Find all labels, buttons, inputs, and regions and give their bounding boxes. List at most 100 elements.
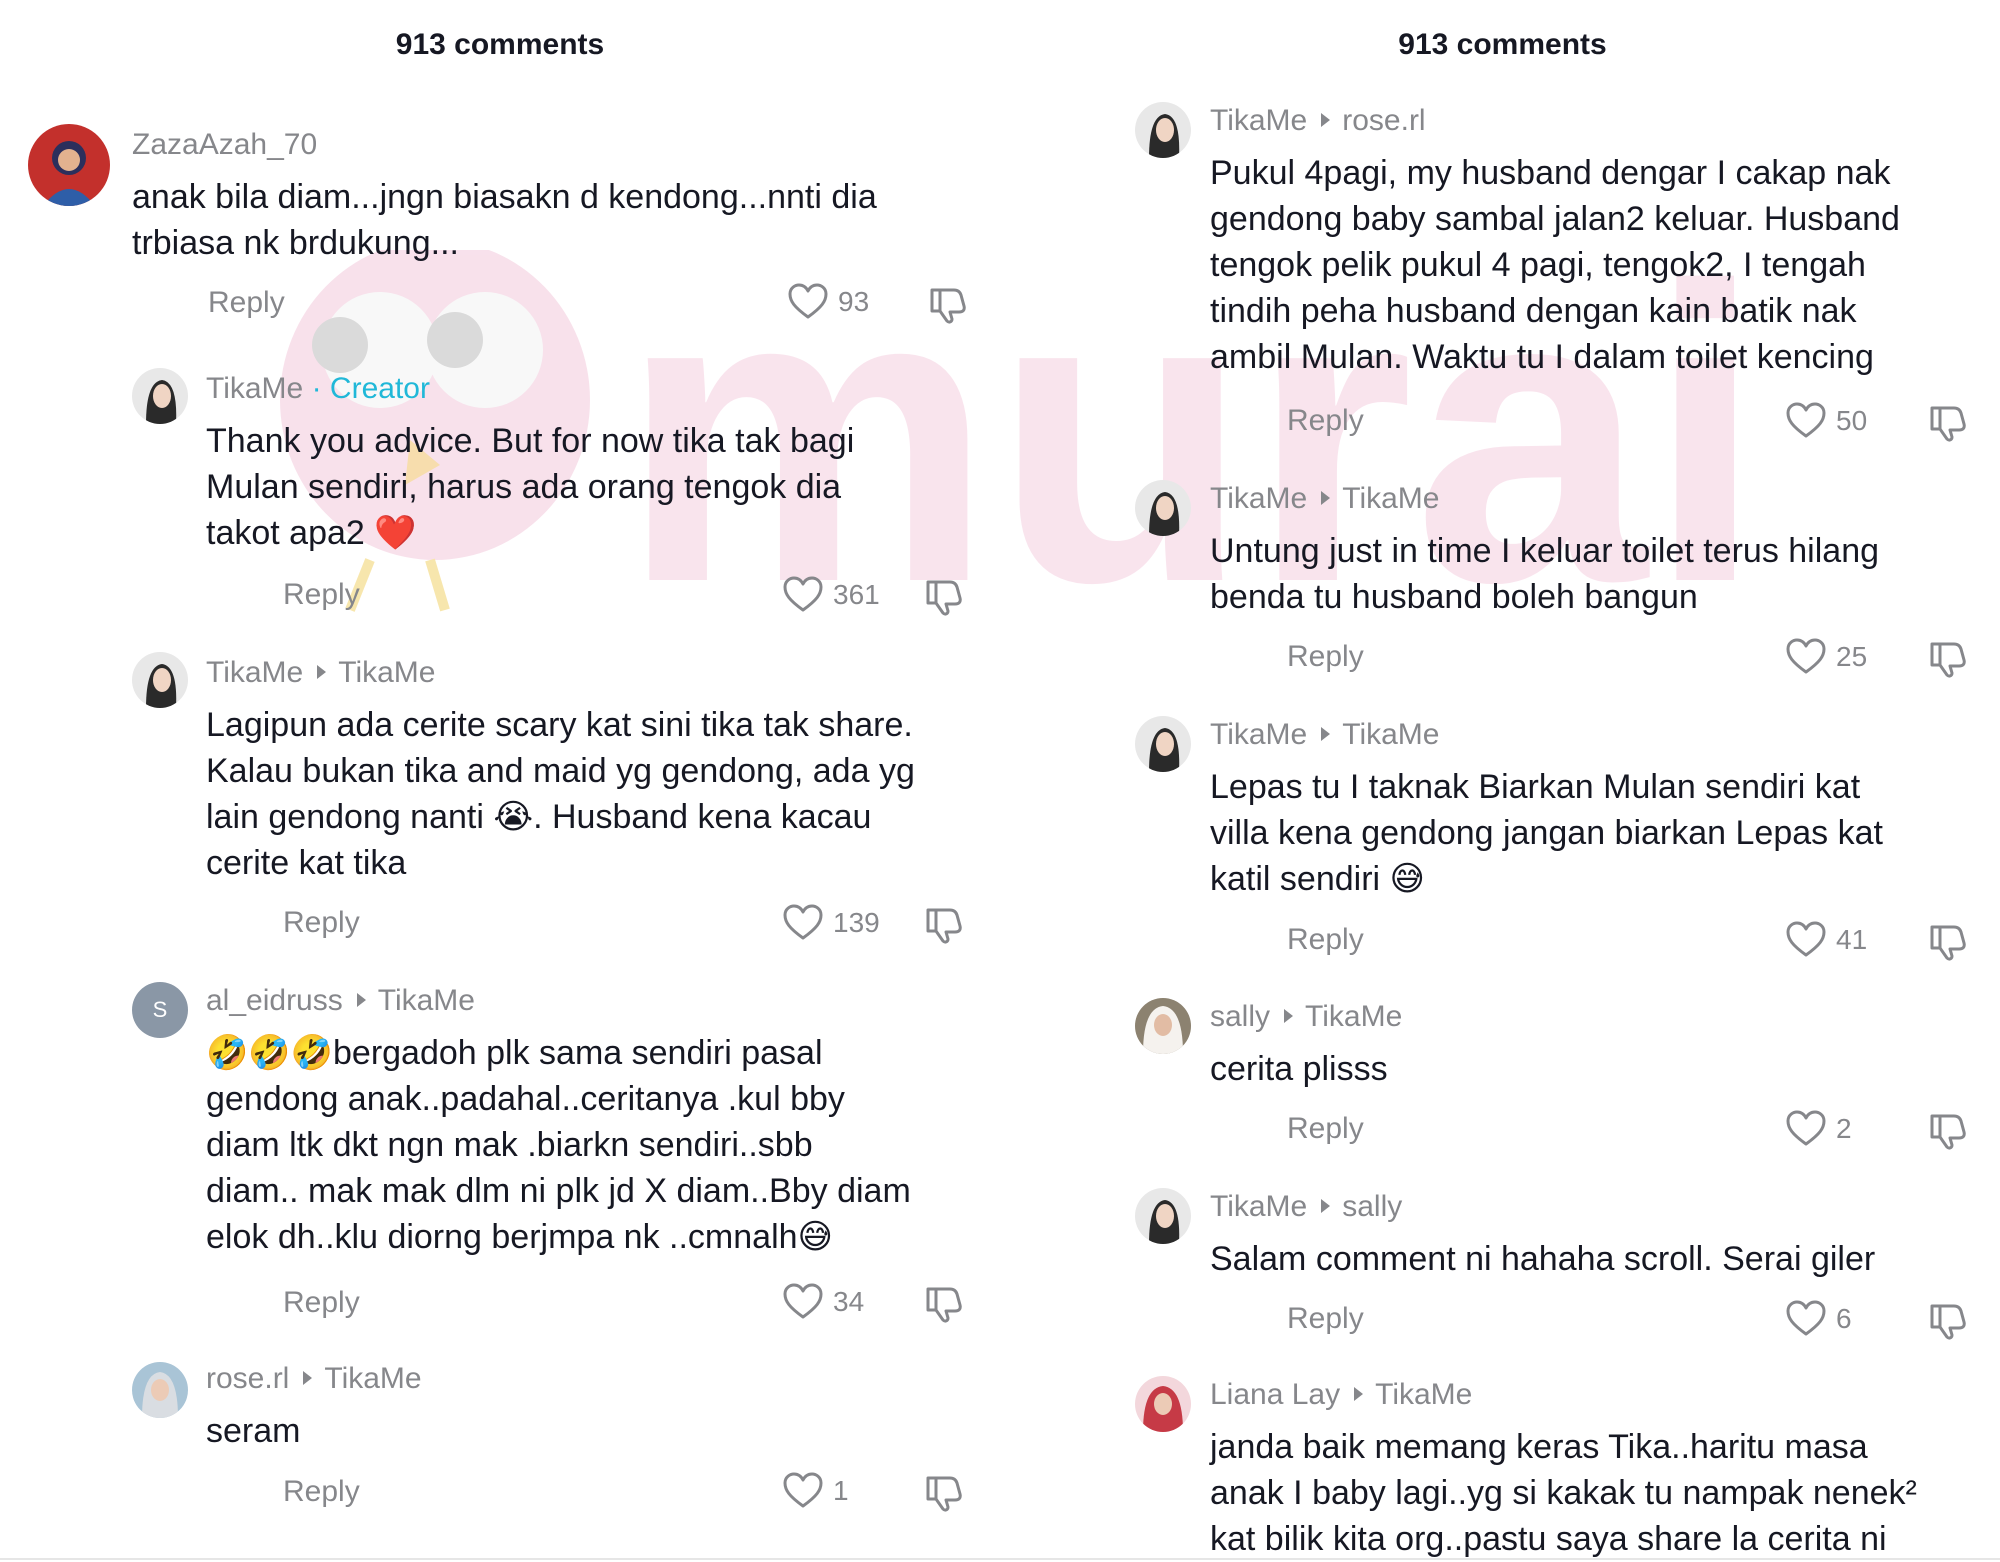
comment-header: TikaMe · Creator — [206, 372, 430, 406]
avatar[interactable] — [1135, 102, 1191, 158]
avatar[interactable] — [1135, 1188, 1191, 1244]
username[interactable]: sally — [1210, 1000, 1270, 1033]
like-count: 139 — [833, 907, 880, 938]
avatar[interactable] — [1135, 998, 1191, 1054]
reply-to-username[interactable]: rose.rl — [1342, 104, 1425, 137]
dislike-icon[interactable] — [1928, 638, 1968, 678]
comment-header: ZazaAzah_70 — [132, 128, 317, 162]
like-count: 2 — [1836, 1113, 1852, 1144]
like-button[interactable]: 1 — [783, 1472, 849, 1510]
heart-icon — [783, 904, 823, 940]
reply-to-username[interactable]: TikaMe — [338, 656, 435, 689]
reply-to-username[interactable]: TikaMe — [378, 984, 475, 1017]
comment-text: Untung just in time I keluar toilet teru… — [1210, 532, 1880, 616]
username[interactable]: Liana Lay — [1210, 1378, 1340, 1411]
comment-text: seram — [206, 1412, 301, 1450]
like-count: 41 — [1836, 924, 1868, 955]
heart-icon — [1786, 1110, 1826, 1146]
reply-button[interactable]: Reply — [283, 906, 360, 940]
dislike-icon[interactable] — [924, 1283, 964, 1323]
comment-header: rose.rl TikaMe — [206, 1362, 422, 1396]
reply-arrow-icon — [317, 665, 327, 679]
like-count: 34 — [833, 1286, 865, 1317]
heart-icon — [1786, 402, 1826, 438]
reply-button[interactable]: Reply — [283, 1286, 360, 1320]
comments-count-title: 913 comments — [1398, 28, 1607, 61]
comment-text: janda baik memang keras Tika..haritu mas… — [1210, 1428, 1917, 1558]
heart-icon — [1786, 1300, 1826, 1336]
avatar[interactable]: S — [132, 982, 188, 1038]
reply-arrow-icon — [1321, 113, 1331, 127]
comment-header: TikaMe sally — [1210, 1190, 1402, 1224]
dislike-icon[interactable] — [1928, 402, 1968, 442]
creator-badge: · Creator — [311, 372, 430, 405]
like-count: 6 — [1836, 1303, 1852, 1334]
username[interactable]: rose.rl — [206, 1362, 289, 1395]
username[interactable]: TikaMe — [206, 656, 303, 689]
reply-to-username[interactable]: TikaMe — [1305, 1000, 1402, 1033]
comment-text: Salam comment ni hahaha scroll. Serai gi… — [1210, 1240, 1876, 1278]
heart-icon — [788, 283, 828, 319]
username[interactable]: TikaMe — [1210, 1190, 1307, 1223]
dislike-icon[interactable] — [924, 904, 964, 944]
username[interactable]: TikaMe — [206, 372, 303, 405]
like-button[interactable]: 361 — [783, 576, 880, 614]
reply-arrow-icon — [1284, 1009, 1294, 1023]
like-button[interactable]: 25 — [1786, 638, 1867, 676]
comment-text: Thank you advice. But for now tika tak b… — [206, 422, 855, 552]
avatar[interactable] — [1135, 716, 1191, 772]
reply-arrow-icon — [1321, 727, 1331, 741]
like-button[interactable]: 6 — [1786, 1300, 1852, 1338]
username[interactable]: TikaMe — [1210, 482, 1307, 515]
like-button[interactable]: 50 — [1786, 402, 1867, 440]
dislike-icon[interactable] — [928, 284, 968, 324]
reply-to-username[interactable]: TikaMe — [1342, 718, 1439, 751]
reply-button[interactable]: Reply — [1287, 404, 1364, 438]
reply-button[interactable]: Reply — [1287, 1302, 1364, 1336]
reply-arrow-icon — [1321, 1199, 1331, 1213]
comment-text: Lepas tu I taknak Biarkan Mulan sendiri … — [1210, 768, 1883, 898]
comment-text: cerita plisss — [1210, 1050, 1388, 1088]
reply-button[interactable]: Reply — [283, 1475, 360, 1509]
like-button[interactable]: 34 — [783, 1283, 864, 1321]
like-button[interactable]: 139 — [783, 904, 880, 942]
like-count: 361 — [833, 579, 880, 610]
dislike-icon[interactable] — [924, 1472, 964, 1512]
reply-to-username[interactable]: TikaMe — [1375, 1378, 1472, 1411]
avatar[interactable] — [1135, 1376, 1191, 1432]
reply-button[interactable]: Reply — [1287, 923, 1364, 957]
reply-to-username[interactable]: TikaMe — [1342, 482, 1439, 515]
reply-button[interactable]: Reply — [1287, 640, 1364, 674]
comment-text: anak bila diam...jngn biasakn d kendong.… — [132, 178, 877, 262]
dislike-icon[interactable] — [924, 576, 964, 616]
comments-count-title: 913 comments — [395, 28, 605, 61]
heart-icon — [783, 1472, 823, 1508]
like-count: 25 — [1836, 641, 1868, 672]
dislike-icon[interactable] — [1928, 1110, 1968, 1150]
avatar[interactable] — [132, 1362, 188, 1418]
dislike-icon[interactable] — [1928, 1300, 1968, 1340]
reply-button[interactable]: Reply — [1287, 1112, 1364, 1146]
like-button[interactable]: 2 — [1786, 1110, 1852, 1148]
like-button[interactable]: 93 — [788, 283, 869, 321]
reply-button[interactable]: Reply — [208, 286, 285, 320]
comment-header: TikaMe rose.rl — [1210, 104, 1426, 138]
avatar[interactable] — [132, 652, 188, 708]
avatar[interactable] — [1135, 480, 1191, 536]
reply-to-username[interactable]: sally — [1342, 1190, 1402, 1223]
avatar[interactable] — [132, 368, 188, 424]
heart-icon — [783, 576, 823, 612]
username[interactable]: TikaMe — [1210, 104, 1307, 137]
avatar[interactable] — [28, 124, 110, 206]
username[interactable]: ZazaAzah_70 — [132, 128, 317, 161]
heart-icon — [1786, 921, 1826, 957]
dislike-icon[interactable] — [1928, 921, 1968, 961]
username[interactable]: TikaMe — [1210, 718, 1307, 751]
like-button[interactable]: 41 — [1786, 921, 1867, 959]
reply-button[interactable]: Reply — [283, 578, 360, 612]
reply-to-username[interactable]: TikaMe — [324, 1362, 421, 1395]
comment-text: 🤣🤣🤣bergadoh plk sama sendiri pasal gendo… — [206, 1034, 911, 1256]
like-count: 1 — [833, 1475, 849, 1506]
heart-icon — [783, 1283, 823, 1319]
username[interactable]: al_eidruss — [206, 984, 343, 1017]
